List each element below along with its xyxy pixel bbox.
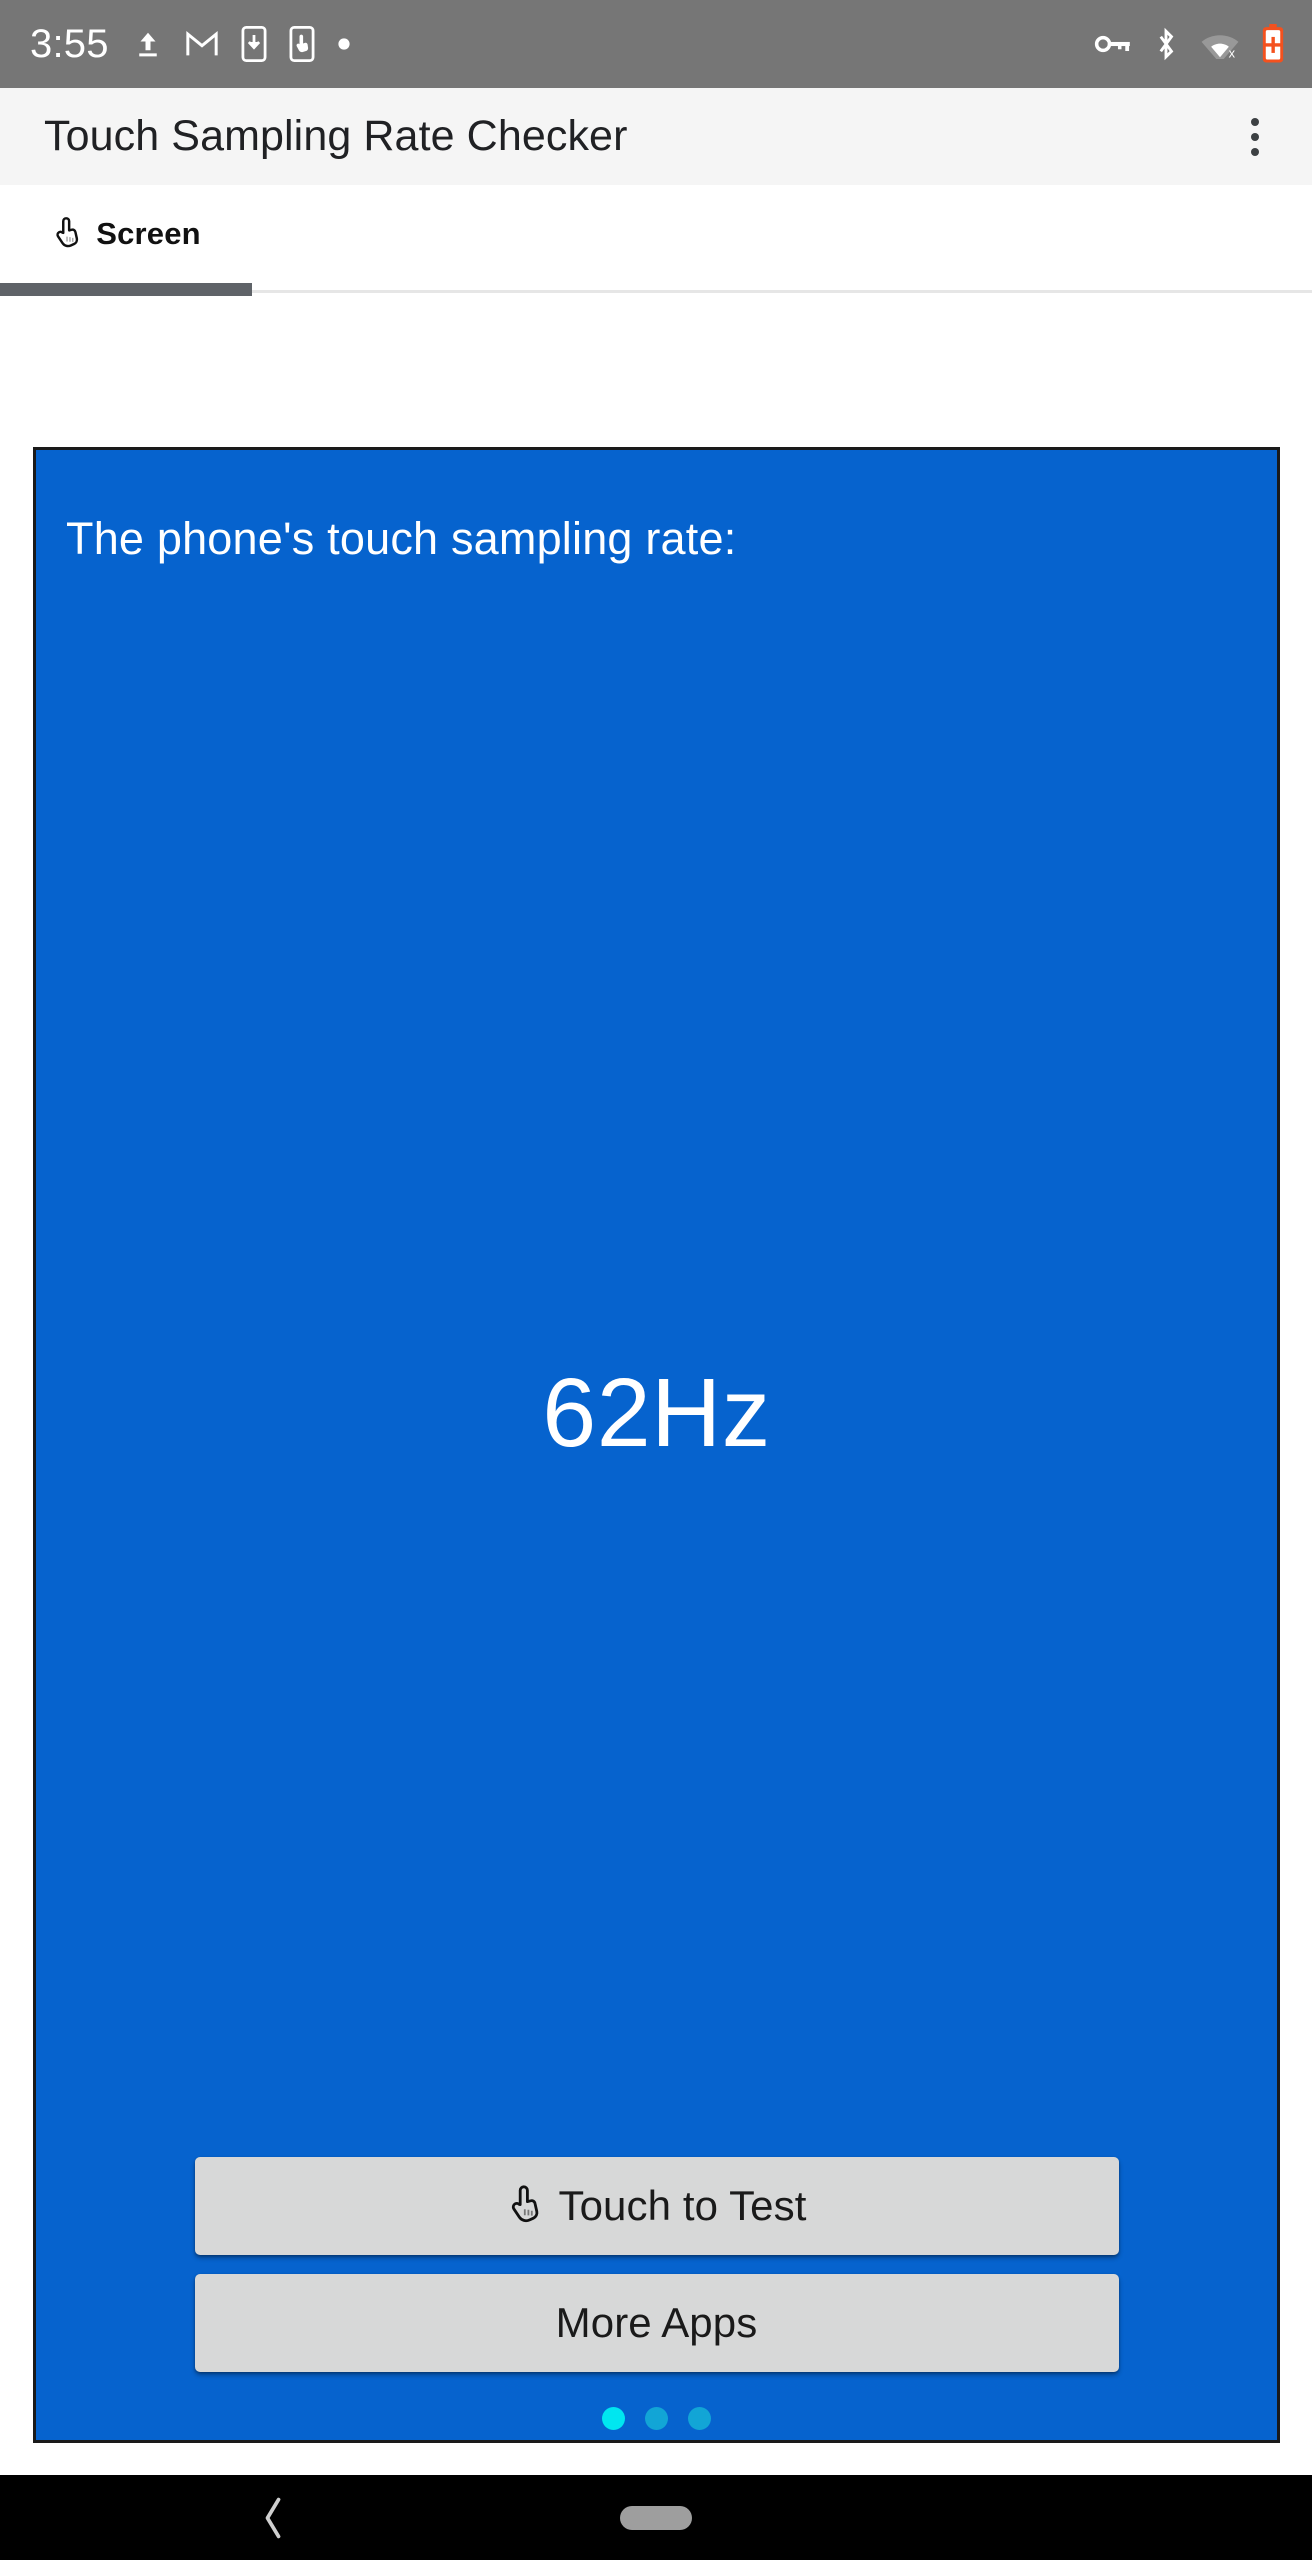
status-bar-right: x [1074, 24, 1286, 64]
nav-back-button[interactable] [258, 2494, 288, 2542]
page-dot[interactable] [688, 2407, 711, 2430]
system-nav-bar [0, 2475, 1312, 2560]
touch-to-test-button[interactable]: Touch to Test [194, 2157, 1119, 2255]
tab-bar: Screen [0, 185, 1312, 417]
overflow-dot [1251, 132, 1259, 141]
phone-touch-icon [289, 26, 315, 62]
gmail-icon [185, 29, 219, 59]
button-label: More Apps [555, 2299, 758, 2346]
chevron-left-icon [265, 2497, 281, 2538]
page-title: Touch Sampling Rate Checker [44, 112, 628, 160]
vpn-key-icon [1094, 31, 1132, 57]
tab-strip: Screen [0, 185, 1312, 283]
overflow-dot [1251, 147, 1259, 156]
status-bar-left: 3:55 [30, 24, 1074, 64]
status-bar: 3:55 x [0, 0, 1312, 88]
hand-pointer-icon [506, 2184, 546, 2228]
upload-icon [133, 27, 163, 61]
card-buttons: Touch to Test More Apps [36, 2157, 1277, 2372]
button-label: Touch to Test [558, 2182, 807, 2229]
overflow-dot [1251, 117, 1259, 126]
touch-rate-card: The phone's touch sampling rate: 62Hz To… [33, 447, 1280, 2443]
hand-pointer-icon [51, 216, 85, 252]
page-dot-active[interactable] [602, 2407, 625, 2430]
overflow-menu-button[interactable] [1220, 102, 1290, 172]
more-apps-button[interactable]: More Apps [194, 2274, 1119, 2372]
battery-saver-icon [1260, 24, 1286, 64]
tab-indicator [0, 283, 252, 296]
svg-text:x: x [1229, 46, 1236, 59]
tab-label: Screen [96, 216, 201, 251]
app-bar: Touch Sampling Rate Checker [0, 88, 1312, 185]
phone-download-icon [241, 26, 267, 62]
page-indicator [36, 2407, 1277, 2430]
content-gap [0, 2443, 1312, 2475]
sampling-rate-value: 62Hz [542, 1358, 771, 1467]
status-clock: 3:55 [30, 22, 109, 66]
dot-icon [337, 37, 351, 51]
rate-display: 62Hz [36, 450, 1277, 2440]
wifi-off-icon: x [1200, 29, 1240, 59]
nav-home-pill[interactable] [620, 2505, 692, 2530]
page-dot[interactable] [645, 2407, 668, 2430]
tab-screen[interactable]: Screen [0, 185, 252, 283]
bluetooth-icon [1152, 27, 1180, 61]
